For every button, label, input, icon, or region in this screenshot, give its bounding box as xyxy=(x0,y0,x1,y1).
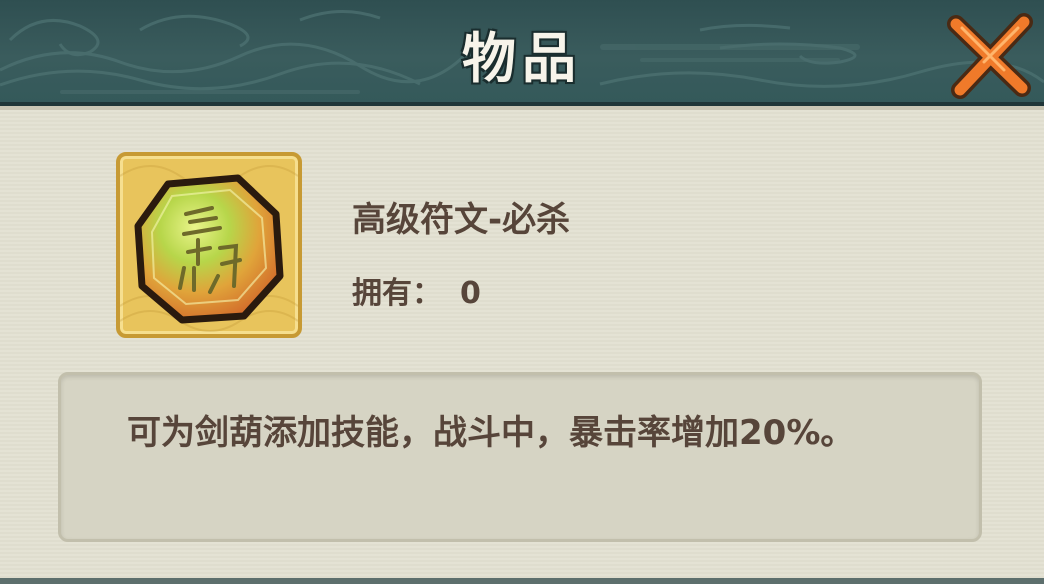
owned-count: 0 xyxy=(460,276,481,311)
description-box: 可为剑葫添加技能，战斗中，暴击率增加20%。 xyxy=(58,372,982,542)
owned-row: 拥有： 0 xyxy=(352,268,481,312)
item-dialog: 物品 高级符文-必杀 拥有： 0 可为剑葫添加技能，战斗中，暴击率增加20%。 xyxy=(0,0,1044,584)
rune-stone-icon xyxy=(120,165,298,332)
owned-label: 拥有： xyxy=(352,276,442,311)
item-name: 高级符文-必杀 xyxy=(352,200,571,240)
close-x-icon xyxy=(947,13,1033,99)
item-description: 可为剑葫添加技能，战斗中，暴击率增加20%。 xyxy=(127,413,855,453)
header-border-light xyxy=(0,106,1044,110)
dialog-title: 物品 xyxy=(462,27,582,90)
close-button[interactable] xyxy=(944,10,1036,102)
item-icon-frame[interactable] xyxy=(116,152,302,338)
dialog-header: 物品 xyxy=(0,0,1044,104)
bottom-edge xyxy=(0,578,1044,584)
